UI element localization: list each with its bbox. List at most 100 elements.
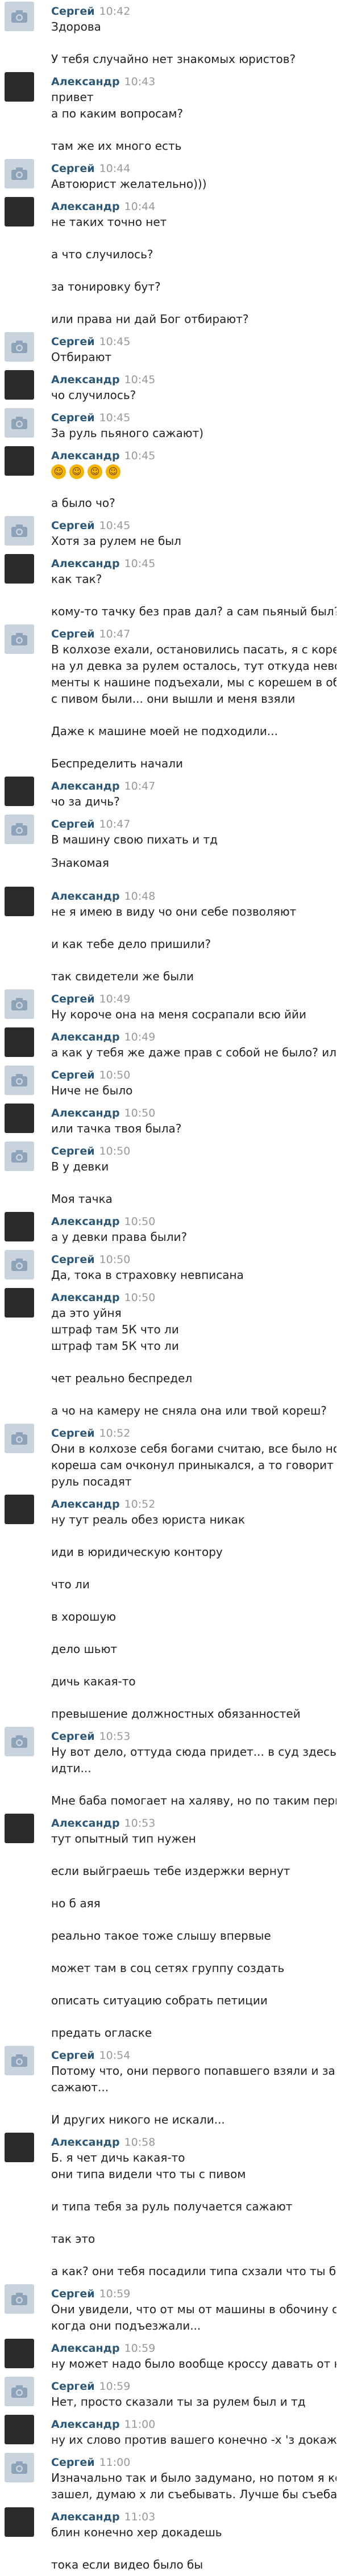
message-text: или права ни дай Бог отбирают? xyxy=(51,312,249,326)
user-avatar[interactable] xyxy=(5,72,34,102)
message-timestamp: 10:45 xyxy=(124,374,156,386)
author-name[interactable]: Сергей xyxy=(51,2380,95,2393)
author-name[interactable]: Сергей xyxy=(51,1253,95,1266)
message-timestamp: 10:49 xyxy=(124,1031,156,1043)
author-name[interactable]: Сергей xyxy=(51,1145,95,1157)
author-name[interactable]: Сергей xyxy=(51,993,95,1005)
camera-placeholder-avatar[interactable] xyxy=(5,1727,34,1756)
camera-placeholder-avatar[interactable] xyxy=(5,1065,34,1095)
author-name[interactable]: Сергей xyxy=(51,1069,95,1081)
message-timestamp: 10:53 xyxy=(99,1730,131,1743)
laughing-emoji-icon: ☺ xyxy=(106,464,120,479)
chat-message: Александр 10:43 привет а по каким вопросам?… xyxy=(0,70,341,157)
message-text: блин конечно хер докадешь xyxy=(51,2525,222,2539)
message-text: В у девки xyxy=(51,1160,109,1173)
user-avatar[interactable] xyxy=(5,887,34,916)
camera-placeholder-avatar[interactable] xyxy=(5,1424,34,1453)
author-name[interactable]: Александр xyxy=(51,200,120,213)
user-avatar[interactable] xyxy=(5,2339,34,2368)
user-avatar[interactable] xyxy=(5,2507,34,2537)
user-avatar[interactable] xyxy=(5,197,34,226)
author-name[interactable]: Александр xyxy=(51,557,120,570)
chat-message: Александр 10:47 чо за дичь? xyxy=(0,775,341,813)
message-text: Даже к машине моей не подходили... xyxy=(51,724,278,738)
message-text: когда они подъезжали... xyxy=(51,2319,201,2332)
message-text: в хорошую xyxy=(51,1610,117,1623)
message-text: идти... xyxy=(51,1761,92,1775)
author-name[interactable]: Александр xyxy=(51,75,120,88)
author-name[interactable]: Сергей xyxy=(51,519,95,532)
author-name[interactable]: Александр xyxy=(51,2418,120,2431)
camera-placeholder-avatar[interactable] xyxy=(5,815,34,844)
author-name[interactable]: Сергей xyxy=(51,628,95,640)
message-text: ну может надо было вообще кроссу давать … xyxy=(51,2357,336,2371)
message-text: предать огласке xyxy=(51,2026,152,2040)
camera-placeholder-avatar[interactable] xyxy=(5,2284,34,2314)
message-timestamp: 10:48 xyxy=(124,890,156,903)
camera-placeholder-avatar[interactable] xyxy=(5,989,34,1019)
camera-placeholder-avatar[interactable] xyxy=(5,408,34,438)
message-text: Б. я чет дичь какая-то xyxy=(51,2151,185,2164)
author-name[interactable]: Александр xyxy=(51,1498,120,1511)
message-text: или тачка твоя была? xyxy=(51,1122,182,1135)
message-timestamp: 10:50 xyxy=(124,1107,156,1119)
author-name[interactable]: Александр xyxy=(51,1031,120,1043)
author-name[interactable]: Александр xyxy=(51,780,120,792)
author-name[interactable]: Александр xyxy=(51,374,120,386)
author-name[interactable]: Сергей xyxy=(51,1427,95,1440)
user-avatar[interactable] xyxy=(5,554,34,584)
author-name[interactable]: Александр xyxy=(51,450,120,462)
message-timestamp: 10:59 xyxy=(124,2342,156,2355)
chat-history: Сергей 10:42 Здорова У тебя случайно нет зн… xyxy=(0,0,341,2576)
camera-placeholder-avatar[interactable] xyxy=(5,1250,34,1279)
camera-placeholder-avatar[interactable] xyxy=(5,2453,34,2482)
user-avatar[interactable] xyxy=(5,1288,34,1318)
chat-message: Сергей 10:49 Ну короче она на меня сосрапа… xyxy=(0,988,341,1026)
author-name[interactable]: Сергей xyxy=(51,335,95,348)
author-name[interactable]: Сергей xyxy=(51,2456,95,2469)
camera-placeholder-avatar[interactable] xyxy=(5,332,34,362)
author-name[interactable]: Сергей xyxy=(51,412,95,424)
message-text: что ли xyxy=(51,1578,90,1591)
camera-placeholder-avatar[interactable] xyxy=(5,1142,34,1171)
author-name[interactable]: Сергей xyxy=(51,818,95,830)
author-name[interactable]: Александр xyxy=(51,1817,120,1830)
author-name[interactable]: Александр xyxy=(51,2511,120,2523)
chat-message: Александр 10:48 не я имею в виду чо они се… xyxy=(0,885,341,988)
author-name[interactable]: Александр xyxy=(51,890,120,903)
user-avatar[interactable] xyxy=(5,1027,34,1057)
camera-placeholder-avatar[interactable] xyxy=(5,624,34,654)
author-name[interactable]: Александр xyxy=(51,1291,120,1304)
author-name[interactable]: Александр xyxy=(51,1107,120,1119)
author-name[interactable]: Сергей xyxy=(51,1730,95,1743)
user-avatar[interactable] xyxy=(5,1212,34,1241)
message-text: превышение должностных обязанностей xyxy=(51,1707,301,1721)
camera-placeholder-avatar[interactable] xyxy=(5,2377,34,2406)
camera-placeholder-avatar[interactable] xyxy=(5,516,34,546)
chat-message: Сергей 10:54 Потому что, они первого попав… xyxy=(0,2044,341,2131)
user-avatar[interactable] xyxy=(5,1814,34,1843)
camera-placeholder-avatar[interactable] xyxy=(5,159,34,188)
message-timestamp: 10:50 xyxy=(124,1291,156,1304)
user-avatar[interactable] xyxy=(5,1495,34,1524)
user-avatar[interactable] xyxy=(5,1104,34,1133)
chat-message: Сергей 10:45 Отбирают xyxy=(0,330,341,368)
message-text: дичь какая-то xyxy=(51,1675,136,1688)
author-name[interactable]: Александр xyxy=(51,2136,120,2149)
camera-placeholder-avatar[interactable] xyxy=(5,2046,34,2075)
user-avatar[interactable] xyxy=(5,2133,34,2162)
author-name[interactable]: Сергей xyxy=(51,2288,95,2300)
message-text: и как тебе дело пришили? xyxy=(51,937,211,951)
author-name[interactable]: Александр xyxy=(51,2342,120,2355)
user-avatar[interactable] xyxy=(5,370,34,400)
user-avatar[interactable] xyxy=(5,446,34,476)
camera-placeholder-avatar[interactable] xyxy=(5,2,34,31)
emoji-row: ☺ ☺ ☺ ☺ xyxy=(51,464,336,479)
author-name[interactable]: Александр xyxy=(51,1215,120,1228)
user-avatar[interactable] xyxy=(5,2415,34,2444)
author-name[interactable]: Сергей xyxy=(51,2049,95,2062)
author-name[interactable]: Сергей xyxy=(51,5,95,18)
author-name[interactable]: Сергей xyxy=(51,162,95,175)
message-text: В колхозе ехали, остановились пасать, я … xyxy=(51,643,336,656)
user-avatar[interactable] xyxy=(5,777,34,806)
